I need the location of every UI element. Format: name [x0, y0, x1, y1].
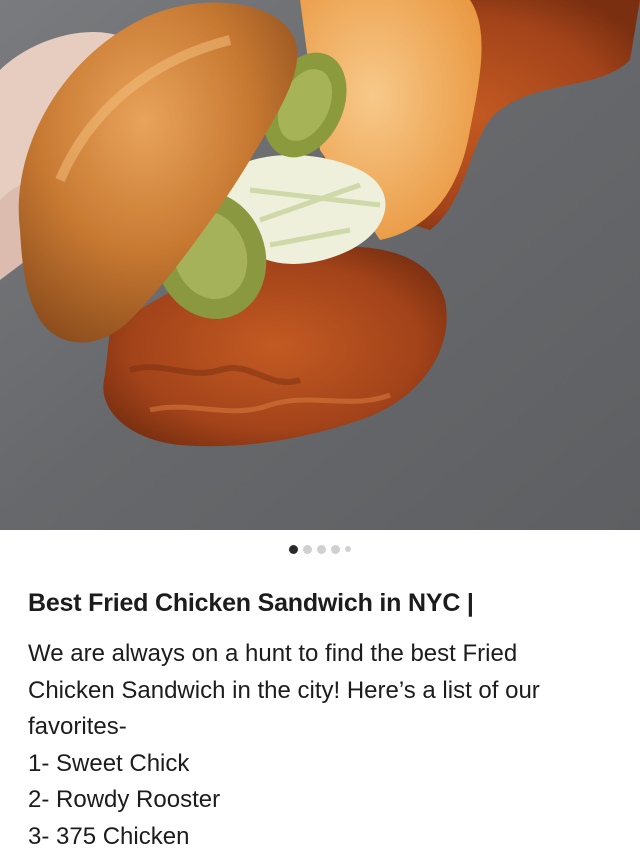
carousel-dot-5[interactable]	[345, 546, 351, 552]
post-body-line: Chicken Sandwich in the city! Here’s a l…	[28, 676, 540, 704]
post-body: We are always on a hunt to find the best…	[28, 636, 618, 855]
carousel-dot-3[interactable]	[317, 544, 326, 554]
post-body-line: favorites-	[28, 713, 127, 740]
post-body-line: We are always on a hunt to find the best…	[28, 640, 518, 667]
list-item: 1- Sweet Chick	[28, 749, 190, 777]
carousel-indicator[interactable]	[0, 543, 640, 555]
fried-chicken-sandwich-photo	[0, 0, 640, 530]
post-image[interactable]	[0, 0, 640, 530]
carousel-dot-2[interactable]	[303, 544, 312, 554]
carousel-dot-1[interactable]	[289, 544, 298, 554]
carousel-dot-4[interactable]	[331, 544, 340, 554]
post-title: Best Fried Chicken Sandwich in NYC |	[28, 589, 474, 617]
post-content: Best Fried Chicken Sandwich in NYC | We …	[28, 584, 618, 855]
list-item: 2- Rowdy Rooster	[28, 786, 221, 813]
list-item: 3- 375 Chicken	[28, 822, 190, 850]
